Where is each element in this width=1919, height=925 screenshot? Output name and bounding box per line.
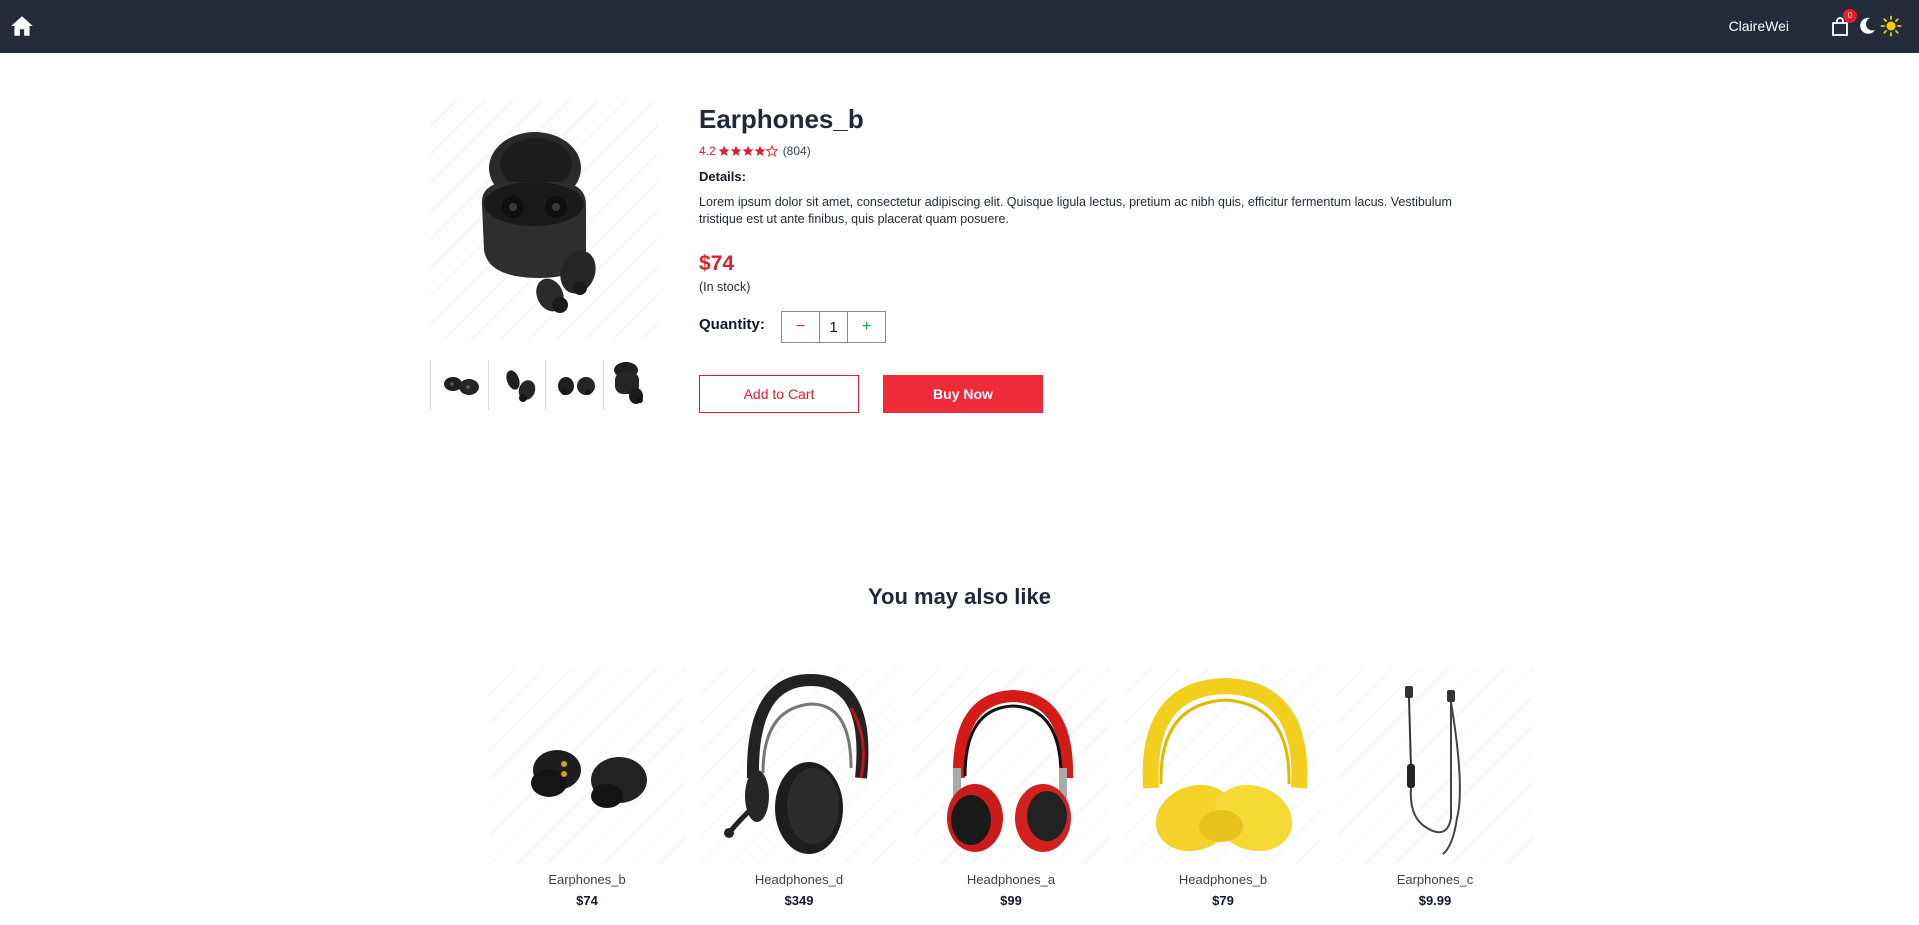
star-filled-icon <box>718 145 729 156</box>
product-image <box>1125 668 1321 864</box>
rating-stars <box>718 145 778 157</box>
home-icon[interactable] <box>9 13 35 39</box>
product-price: $74 <box>699 252 735 275</box>
star-filled-icon <box>754 145 765 156</box>
suggestion-card[interactable]: Earphones_c $9.99 <box>1337 668 1533 925</box>
product-title: Earphones_b <box>699 104 864 134</box>
quantity-stepper: − 1 + <box>781 311 886 343</box>
thumbnail-2[interactable] <box>487 360 546 410</box>
product-image <box>701 668 897 864</box>
suggestion-price: $74 <box>576 893 598 908</box>
suggestion-card[interactable]: Headphones_d $349 <box>701 668 897 925</box>
username-label[interactable]: ClaireWei <box>1729 18 1789 34</box>
add-to-cart-button[interactable]: Add to Cart <box>699 375 859 413</box>
buy-now-button[interactable]: Buy Now <box>883 375 1043 413</box>
suggestion-price: $9.99 <box>1418 893 1452 908</box>
thumbnail-4[interactable] <box>602 360 661 410</box>
product-description: Lorem ipsum dolor sit amet, consectetur … <box>699 195 1452 226</box>
star-filled-icon <box>742 145 753 156</box>
quantity-label: Quantity: <box>699 316 765 333</box>
star-empty-icon <box>765 145 778 157</box>
suggestions-title: You may also like <box>867 584 1051 609</box>
increase-quantity-button[interactable]: + <box>847 312 885 342</box>
suggestion-name: Headphones_b <box>1178 872 1268 887</box>
suggestion-name: Earphones_c <box>1396 872 1474 887</box>
suggestion-price: $99 <box>1000 893 1022 908</box>
review-count: (804) <box>782 144 811 158</box>
thumbnail-1[interactable] <box>430 360 488 410</box>
details-label: Details: <box>699 169 746 184</box>
sun-icon[interactable] <box>1880 15 1902 37</box>
quantity-value: 1 <box>829 318 838 336</box>
product-image <box>489 668 685 864</box>
suggestion-price: $79 <box>1212 893 1234 908</box>
cart-count-badge: 0 <box>1843 9 1857 23</box>
suggestion-price: $349 <box>784 893 814 908</box>
top-navbar: ClaireWei 0 <box>0 0 1919 53</box>
thumbnail-3[interactable] <box>545 360 603 410</box>
product-image <box>1337 668 1533 864</box>
cart-button[interactable]: 0 <box>1829 9 1857 38</box>
star-filled-icon <box>730 145 741 156</box>
suggestion-card[interactable]: Headphones_a $99 <box>913 668 1109 925</box>
suggestion-card[interactable]: Headphones_b $79 <box>1125 668 1321 925</box>
suggestion-name: Headphones_a <box>966 872 1056 887</box>
moon-icon[interactable] <box>1857 16 1877 36</box>
thumbnail-strip <box>430 360 660 410</box>
suggestion-name: Earphones_b <box>548 872 626 887</box>
suggestion-card[interactable]: Earphones_b $74 <box>489 668 685 925</box>
decrease-quantity-button[interactable]: − <box>782 312 820 342</box>
stock-status: (In stock) <box>699 280 751 294</box>
rating-value: 4.2 <box>699 144 716 158</box>
suggestion-name: Headphones_d <box>754 872 844 887</box>
product-main-image <box>430 100 658 340</box>
product-image <box>913 668 1109 864</box>
product-rating: 4.2 (804) <box>699 144 811 158</box>
